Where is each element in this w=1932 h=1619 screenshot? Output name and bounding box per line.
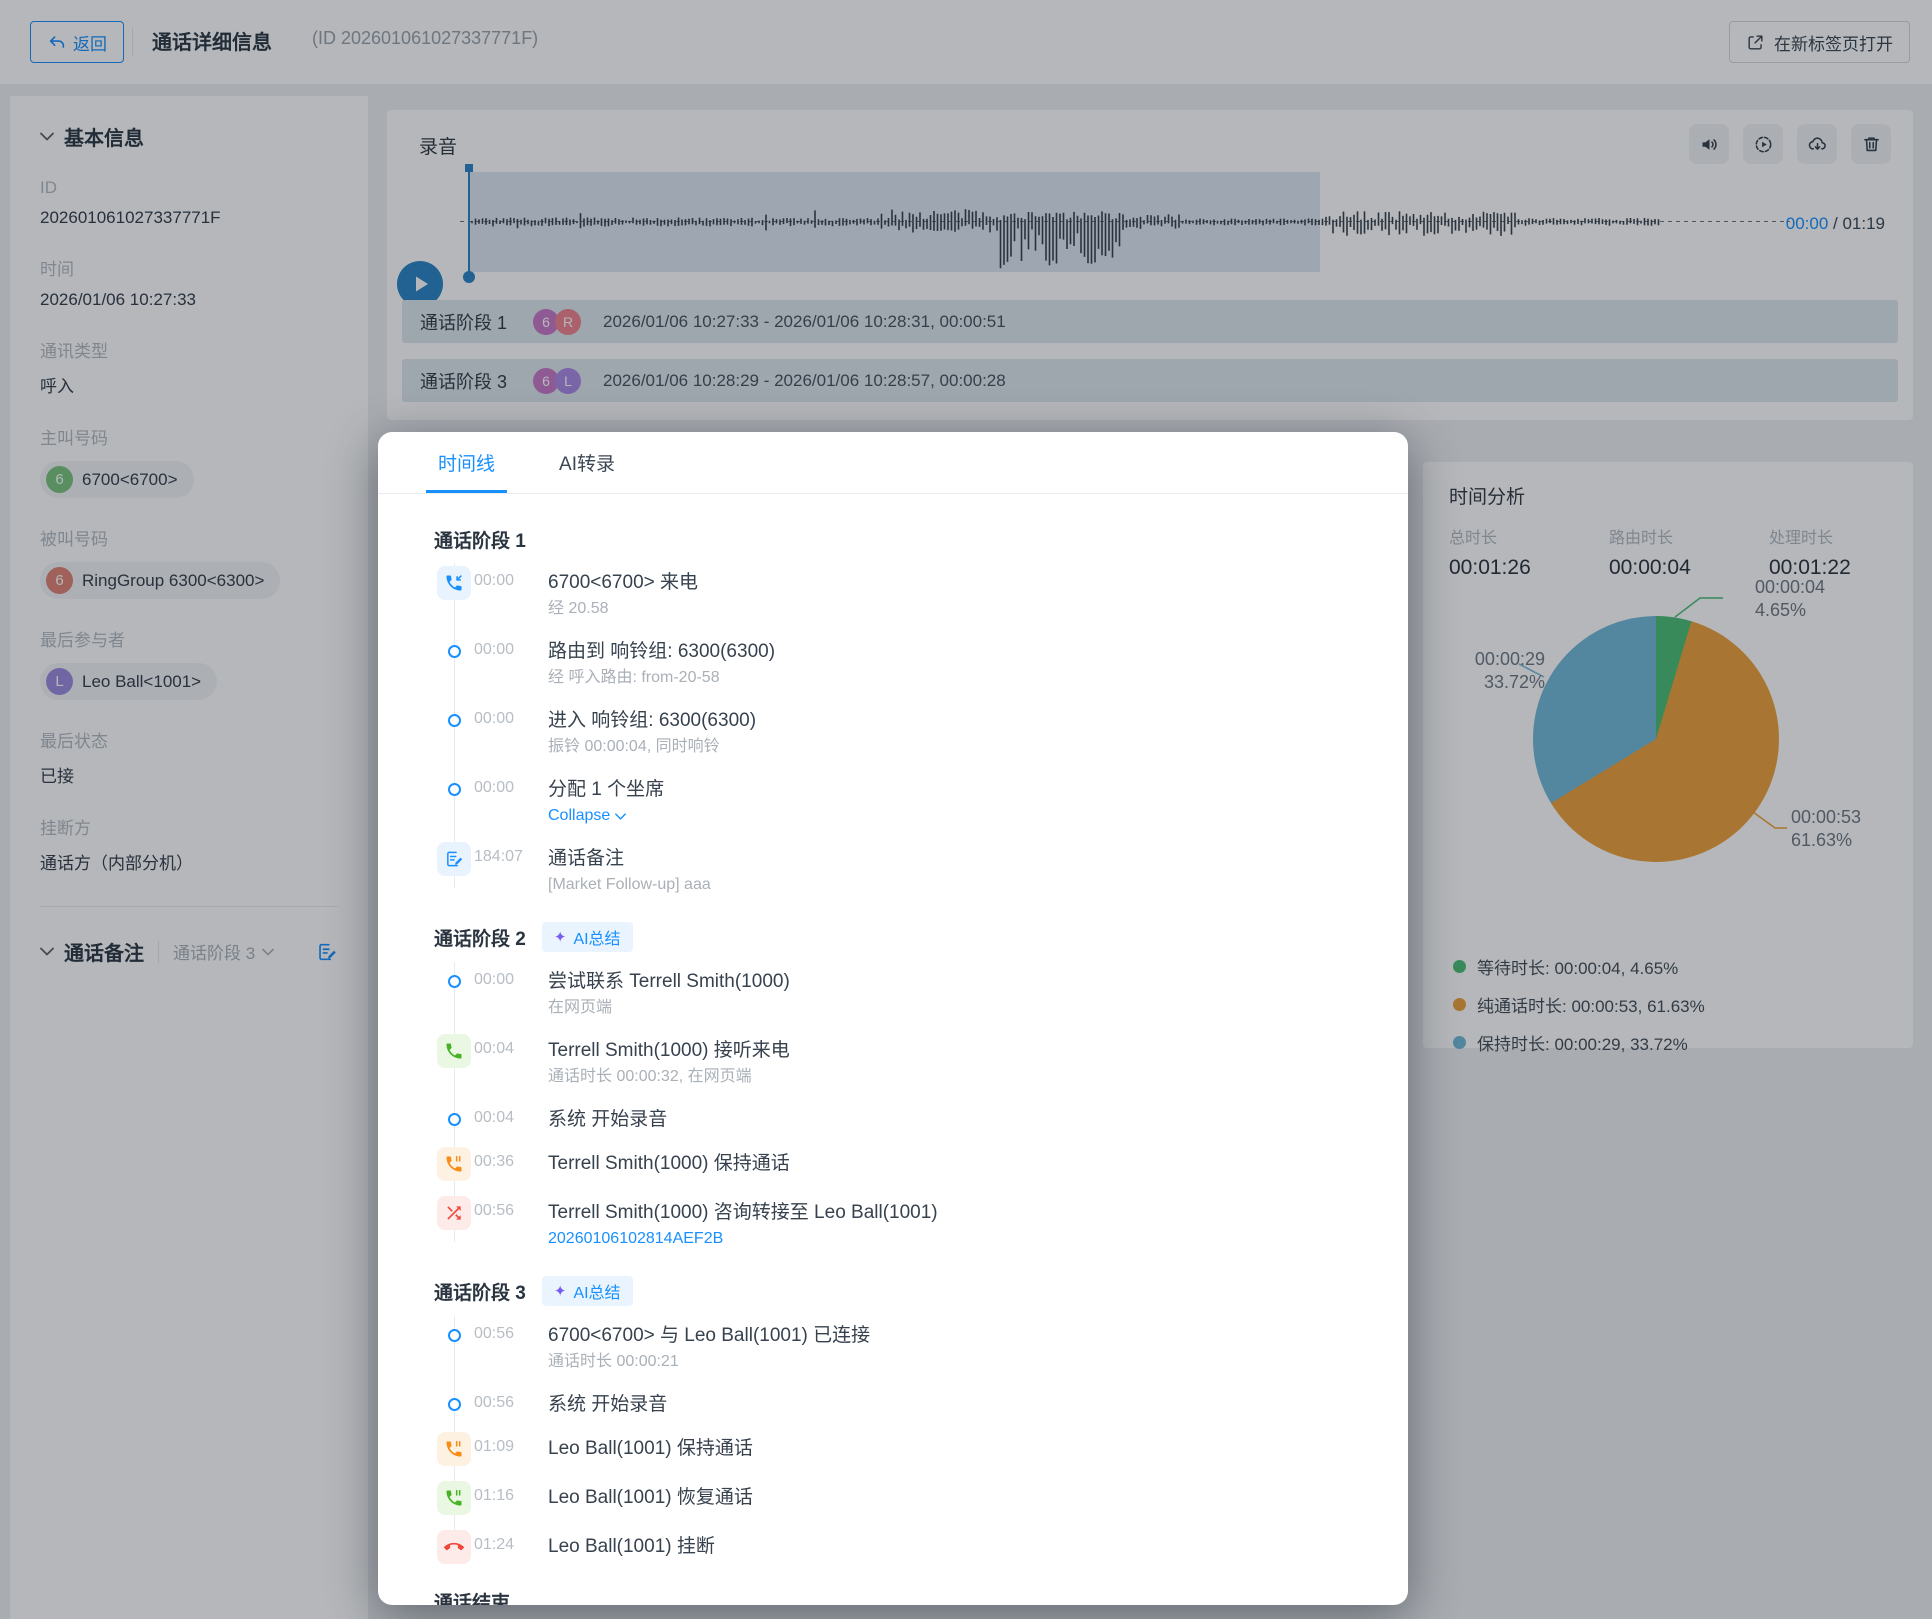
- call-detail-page: 返回 通话详细信息 (ID 202601061027337771F) 在新标签页…: [0, 0, 1932, 1619]
- timeline-event: 00:00 分配 1 个坐席 Collapse: [434, 778, 1352, 827]
- sparkle-icon: ✦: [554, 928, 567, 946]
- modal-tabs: 时间线 AI转录: [378, 432, 1408, 494]
- call-resume-icon: [437, 1481, 471, 1515]
- timeline-events-phase-3: 00:56 6700<6700> 与 Leo Ball(1001) 已连接通话时…: [434, 1324, 1352, 1564]
- timeline-section-header-3: 通话阶段 3 ✦AI总结: [434, 1276, 1352, 1306]
- timeline-event: 00:04 系统 开始录音: [434, 1108, 1352, 1132]
- timeline-event: 00:00 尝试联系 Terrell Smith(1000)在网页端: [434, 970, 1352, 1019]
- call-hold-icon: [437, 1432, 471, 1466]
- timeline-dot-icon: [448, 1113, 461, 1126]
- incoming-call-icon: [437, 566, 471, 600]
- timeline-dot-icon: [448, 783, 461, 796]
- timeline-dot-icon: [448, 1398, 461, 1411]
- timeline-event: 184:07 通话备注[Market Follow-up] aaa: [434, 847, 1352, 896]
- timeline-event: 00:36 Terrell Smith(1000) 保持通话: [434, 1152, 1352, 1181]
- call-hangup-icon: [437, 1530, 471, 1564]
- timeline-dot-icon: [448, 1329, 461, 1342]
- ai-summary-badge[interactable]: ✦AI总结: [542, 1276, 633, 1306]
- timeline-content: 通话阶段 1 00:00 6700<6700> 来电经 20.58 00:00 …: [378, 494, 1408, 1605]
- timeline-event: 00:56 6700<6700> 与 Leo Ball(1001) 已连接通话时…: [434, 1324, 1352, 1373]
- call-hold-icon: [437, 1147, 471, 1181]
- call-ended-label: 通话结束: [434, 1588, 1352, 1605]
- timeline-modal: 时间线 AI转录 通话阶段 1 00:00 6700<6700> 来电经 20.…: [378, 432, 1408, 1605]
- timeline-event: 00:00 路由到 响铃组: 6300(6300)经 呼入路由: from-20…: [434, 640, 1352, 689]
- timeline-event: 00:00 6700<6700> 来电经 20.58: [434, 571, 1352, 620]
- timeline-section-header-2: 通话阶段 2 ✦AI总结: [434, 922, 1352, 952]
- call-note-icon: [437, 842, 471, 876]
- timeline-event: 00:00 进入 响铃组: 6300(6300)振铃 00:00:04, 同时响…: [434, 709, 1352, 758]
- timeline-dot-icon: [448, 714, 461, 727]
- call-answered-icon: [437, 1034, 471, 1068]
- timeline-event: 00:56 Terrell Smith(1000) 咨询转接至 Leo Ball…: [434, 1201, 1352, 1250]
- call-transfer-icon: [437, 1196, 471, 1230]
- chevron-down-icon: [615, 813, 626, 820]
- timeline-event: 00:04 Terrell Smith(1000) 接听来电通话时长 00:00…: [434, 1039, 1352, 1088]
- tab-ai-transcript[interactable]: AI转录: [555, 432, 619, 493]
- timeline-dot-icon: [448, 645, 461, 658]
- timeline-events-phase-2: 00:00 尝试联系 Terrell Smith(1000)在网页端 00:04…: [434, 970, 1352, 1250]
- collapse-link[interactable]: Collapse: [548, 805, 626, 827]
- timeline-event: 01:09 Leo Ball(1001) 保持通话: [434, 1437, 1352, 1466]
- linked-call-id-link[interactable]: 20260106102814AEF2B: [548, 1228, 723, 1250]
- sparkle-icon: ✦: [554, 1282, 567, 1300]
- ai-summary-badge[interactable]: ✦AI总结: [542, 922, 633, 952]
- timeline-event: 01:16 Leo Ball(1001) 恢复通话: [434, 1486, 1352, 1515]
- timeline-event: 01:24 Leo Ball(1001) 挂断: [434, 1535, 1352, 1564]
- tab-timeline[interactable]: 时间线: [434, 432, 499, 493]
- timeline-section-header-1: 通话阶段 1: [434, 526, 1352, 553]
- timeline-event: 00:56 系统 开始录音: [434, 1393, 1352, 1417]
- timeline-events-phase-1: 00:00 6700<6700> 来电经 20.58 00:00 路由到 响铃组…: [434, 571, 1352, 896]
- timeline-dot-icon: [448, 975, 461, 988]
